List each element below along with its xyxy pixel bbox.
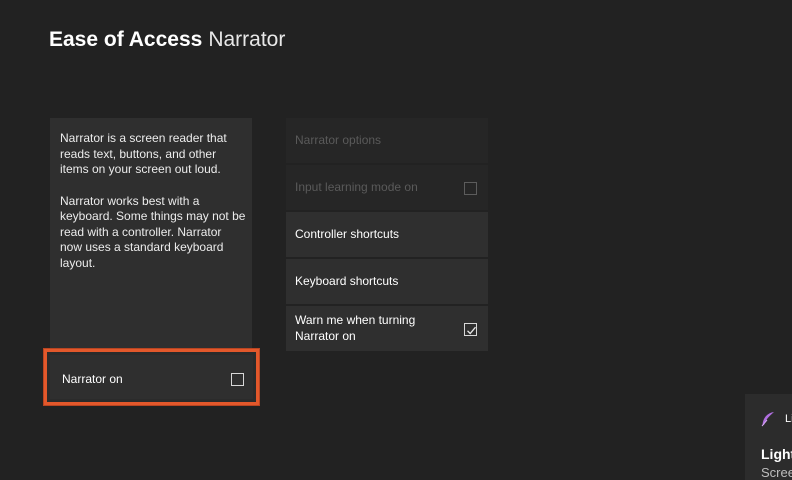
warn-me-label: Warn me when turning Narrator on bbox=[295, 313, 416, 343]
narrator-on-toggle[interactable]: Narrator on bbox=[44, 349, 259, 405]
checkmark-icon bbox=[467, 326, 476, 335]
narrator-on-toggle-body: Narrator on bbox=[50, 355, 253, 399]
warn-me-item[interactable]: Warn me when turning Narrator on bbox=[286, 306, 488, 351]
input-learning-mode-item[interactable]: Input learning mode on bbox=[286, 165, 488, 210]
narrator-on-checkbox[interactable] bbox=[231, 373, 244, 386]
toast-app-name: Li bbox=[785, 413, 792, 425]
input-learning-mode-checkbox[interactable] bbox=[464, 182, 477, 195]
controller-shortcuts-item[interactable]: Controller shortcuts bbox=[286, 212, 488, 257]
feather-icon bbox=[761, 412, 774, 427]
settings-page: Ease of Access Narrator Narrator is a scr… bbox=[0, 0, 792, 480]
narrator-on-label: Narrator on bbox=[62, 372, 123, 386]
narrator-description-panel: Narrator is a screen reader that reads t… bbox=[50, 118, 252, 348]
description-paragraph-2: Narrator works best with a keyboard. Som… bbox=[60, 193, 246, 270]
page-title: Narrator bbox=[208, 28, 286, 51]
controller-shortcuts-label: Controller shortcuts bbox=[295, 226, 400, 241]
toast-subtitle: Scree bbox=[761, 465, 792, 480]
page-header: Ease of Access Narrator bbox=[49, 28, 285, 52]
narrator-options-list: Narrator options Input learning mode on … bbox=[286, 118, 488, 353]
section-title: Ease of Access bbox=[49, 28, 203, 51]
description-text: Narrator is a screen reader that reads t… bbox=[60, 131, 246, 287]
keyboard-shortcuts-item[interactable]: Keyboard shortcuts bbox=[286, 259, 488, 304]
narrator-options-label: Narrator options bbox=[295, 132, 382, 147]
keyboard-shortcuts-label: Keyboard shortcuts bbox=[295, 273, 399, 288]
notification-toast[interactable]: Li Light Scree bbox=[745, 394, 792, 480]
description-paragraph-1: Narrator is a screen reader that reads t… bbox=[60, 131, 227, 176]
input-learning-mode-label: Input learning mode on bbox=[295, 179, 418, 194]
narrator-options-item[interactable]: Narrator options bbox=[286, 118, 488, 163]
toast-title: Light bbox=[761, 446, 792, 462]
warn-me-checkbox[interactable] bbox=[464, 323, 477, 336]
